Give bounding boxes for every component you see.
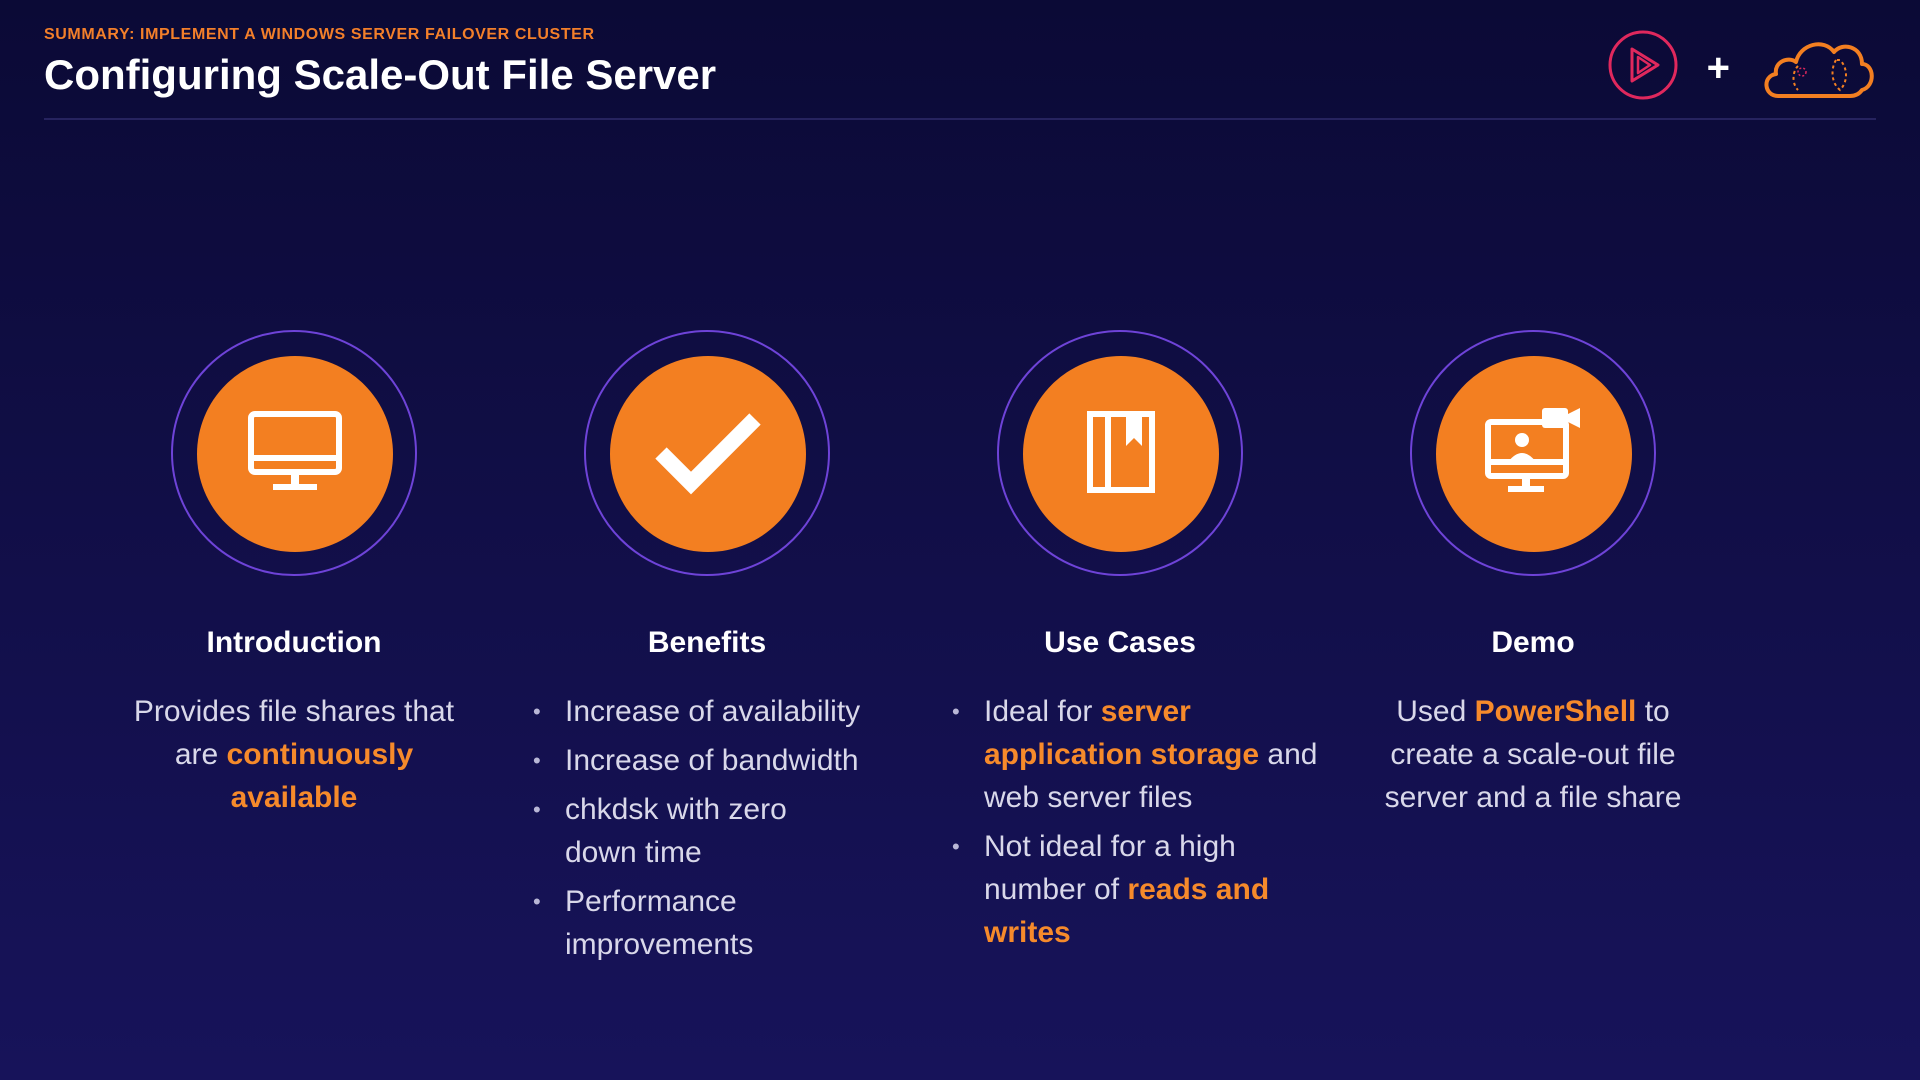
- column-description: Used PowerShell to create a scale-out fi…: [1384, 695, 1682, 814]
- page-title: Configuring Scale-Out File Server: [44, 51, 717, 98]
- icon-disc: [610, 356, 806, 552]
- column-demo: Demo Used PowerShell to create a scale-o…: [1333, 330, 1733, 819]
- column-title: Use Cases: [1044, 626, 1196, 659]
- use-cases-list: Ideal for server application storage and…: [950, 690, 1320, 954]
- column-description: Provides file shares that are continuous…: [133, 695, 455, 814]
- cloud-logo-icon: [1758, 28, 1878, 107]
- header: SUMMARY: IMPLEMENT A WINDOWS SERVER FAIL…: [44, 26, 1876, 98]
- column-introduction: Introduction Provides file shares that a…: [94, 330, 494, 819]
- list-item: Ideal for server application storage and…: [950, 690, 1320, 819]
- column-title: Demo: [1491, 626, 1575, 659]
- icon-ring: [997, 330, 1243, 576]
- column-title: Introduction: [206, 626, 382, 659]
- summary-columns: Introduction Provides file shares that a…: [0, 330, 1920, 1030]
- list-item: Increase of bandwidth: [531, 739, 907, 782]
- icon-disc: [197, 356, 393, 552]
- icon-ring: [1410, 330, 1656, 576]
- monitor-icon: [247, 410, 343, 499]
- icon-ring: [584, 330, 830, 576]
- list-item: Increase of availability: [531, 690, 907, 733]
- column-use-cases: Use Cases Ideal for server application s…: [920, 330, 1320, 960]
- pluralsight-play-logo-icon: [1607, 29, 1679, 106]
- book-icon: [1086, 410, 1156, 499]
- header-divider: [44, 118, 1876, 120]
- column-title: Benefits: [647, 626, 767, 659]
- brand-logos: +: [1607, 28, 1878, 107]
- column-benefits: Benefits Increase of availability Increa…: [507, 330, 907, 972]
- section-kicker: SUMMARY: IMPLEMENT A WINDOWS SERVER FAIL…: [44, 26, 595, 43]
- video-presentation-icon: [1484, 406, 1584, 503]
- plus-sign: +: [1706, 45, 1730, 90]
- checkmark-icon: [653, 409, 763, 500]
- list-item: Performance improvements: [531, 880, 865, 966]
- benefits-list: Increase of availability Increase of ban…: [531, 690, 907, 966]
- icon-disc: [1023, 356, 1219, 552]
- list-item: chkdsk with zero down time: [531, 788, 865, 874]
- list-item: Not ideal for a high number of reads and…: [950, 825, 1320, 954]
- icon-disc: [1436, 356, 1632, 552]
- icon-ring: [171, 330, 417, 576]
